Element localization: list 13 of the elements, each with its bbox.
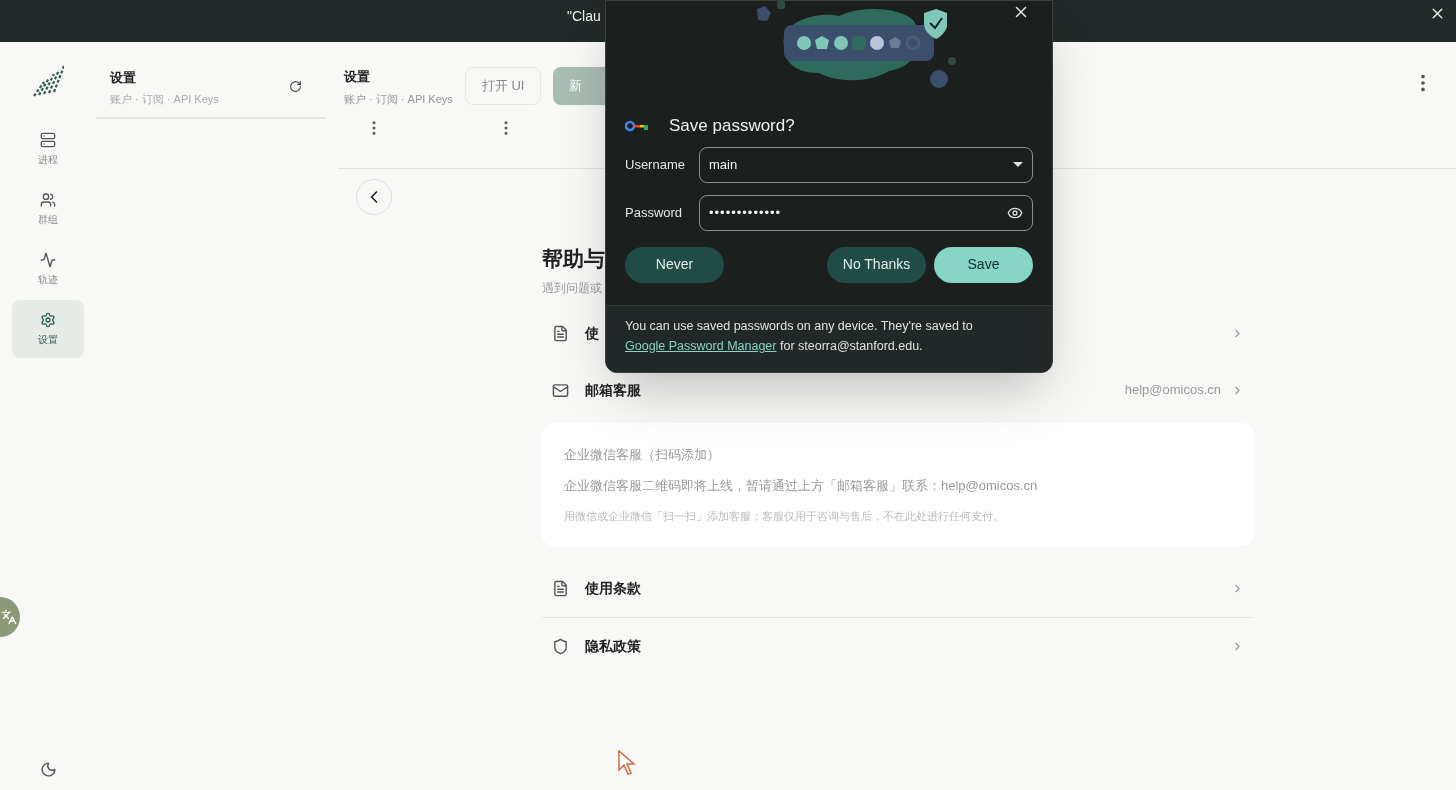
section-title: 帮助与 bbox=[542, 246, 605, 272]
panel-title: 设置 bbox=[110, 69, 137, 87]
footer-text: You can use saved passwords on any device. They're saved to Google Password Manager for steorra@stanford.edu. bbox=[625, 318, 974, 355]
card-text: 企业微信客服二维码即将上线，暂请通过上方「邮箱客服」联系：help@omicos.cn bbox=[564, 477, 1039, 495]
card-heading: 企业微信客服（扫码添加） bbox=[564, 445, 721, 464]
page-subtitle: 账户 · 订阅 · API Keys bbox=[344, 91, 453, 107]
username-label: Username bbox=[625, 155, 686, 174]
section-subtitle: 遇到问题或 bbox=[542, 279, 602, 297]
dialog-title: Save password? bbox=[669, 115, 795, 137]
top-bar-title: "Clau bbox=[567, 7, 601, 26]
page-title: 设置 bbox=[344, 68, 371, 86]
password-label: Password bbox=[625, 203, 684, 222]
panel-subtitle: 账户 · 订阅 · API Keys bbox=[110, 91, 219, 107]
